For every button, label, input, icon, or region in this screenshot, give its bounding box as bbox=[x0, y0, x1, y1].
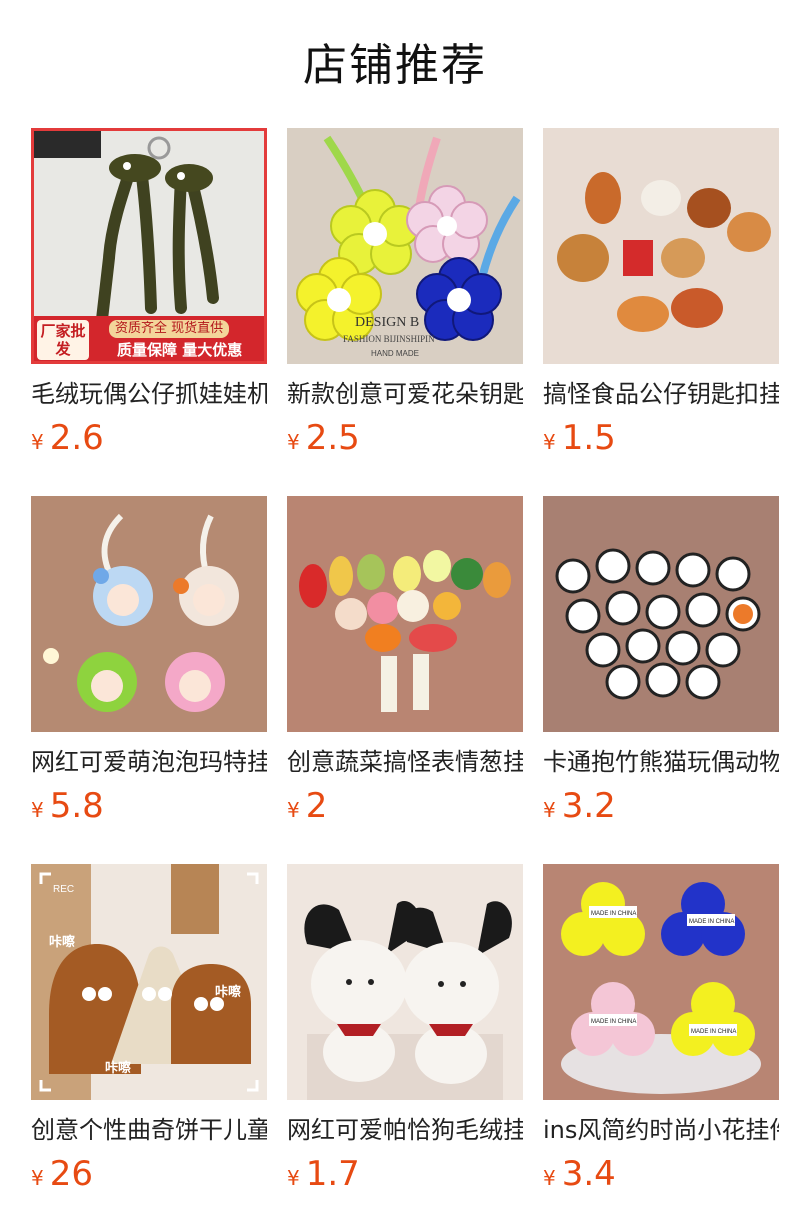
watermark-line-1: DESIGN B bbox=[355, 315, 419, 330]
price-value: 2.5 bbox=[305, 418, 360, 458]
product-price: ¥26 bbox=[31, 1154, 267, 1194]
product-price: ¥2.6 bbox=[31, 418, 267, 458]
product-name[interactable]: 新款创意可爱花朵钥匙扣挂件 bbox=[287, 378, 523, 410]
product-name[interactable]: 网红可爱萌泡泡玛特挂件 bbox=[31, 746, 267, 778]
sticker-tag-3: 咔嚓 bbox=[105, 1060, 131, 1076]
promo-line-1: 资质齐全 现货直供 bbox=[109, 320, 230, 338]
product-name[interactable]: 网红可爱帕恰狗毛绒挂件 bbox=[287, 1114, 523, 1146]
product-price: ¥3.2 bbox=[543, 786, 779, 826]
pochacco-plush-illustration bbox=[287, 864, 523, 1100]
bubble-plush-illustration bbox=[31, 496, 267, 732]
flower-pendant-illustration: MADE IN CHINA MADE IN CHINA MADE IN CHIN… bbox=[543, 864, 779, 1100]
sticker-tag-2: 咔嚓 bbox=[215, 984, 241, 1000]
product-name[interactable]: 搞怪食品公仔钥匙扣挂件 bbox=[543, 378, 779, 410]
product-name[interactable]: 创意蔬菜搞怪表情葱挂件 bbox=[287, 746, 523, 778]
price-value: 1.5 bbox=[561, 418, 616, 458]
product-row: 厂家批发 资质齐全 现货直供 质量保障 量大优惠 毛绒玩偶公仔抓娃娃机钥匙扣挂件… bbox=[31, 128, 790, 496]
product-image-panda-plush[interactable] bbox=[543, 496, 779, 732]
product-name[interactable]: 毛绒玩偶公仔抓娃娃机钥匙扣挂件 bbox=[31, 378, 267, 410]
product-price: ¥2 bbox=[287, 786, 523, 826]
vegetable-plush-illustration bbox=[287, 496, 523, 732]
product-name[interactable]: 创意个性曲奇饼干儿童背包 bbox=[31, 1114, 267, 1146]
made-in-china-label: MADE IN CHINA bbox=[591, 911, 636, 917]
price-value: 5.8 bbox=[49, 786, 104, 826]
product-price: ¥3.4 bbox=[543, 1154, 779, 1194]
product-row: 网红可爱萌泡泡玛特挂件 ¥5.8 bbox=[31, 496, 790, 864]
currency-symbol: ¥ bbox=[287, 430, 300, 454]
product-image-cookie-backpack[interactable]: REC 咔嚓 咔嚓 咔嚓 bbox=[31, 864, 267, 1100]
product-card[interactable]: REC 咔嚓 咔嚓 咔嚓 创意个性曲奇饼干儿童背包 ¥26 bbox=[31, 864, 267, 1194]
price-value: 26 bbox=[49, 1154, 93, 1194]
product-image-vegetable-plush[interactable] bbox=[287, 496, 523, 732]
made-in-china-label: MADE IN CHINA bbox=[591, 1019, 636, 1025]
product-row: REC 咔嚓 咔嚓 咔嚓 创意个性曲奇饼干儿童背包 ¥26 bbox=[31, 864, 790, 1232]
made-in-china-label: MADE IN CHINA bbox=[689, 919, 734, 925]
currency-symbol: ¥ bbox=[31, 798, 44, 822]
promo-line-2: 质量保障 量大优惠 bbox=[117, 341, 243, 359]
product-card[interactable]: 网红可爱萌泡泡玛特挂件 ¥5.8 bbox=[31, 496, 267, 826]
price-value: 2 bbox=[305, 786, 328, 826]
product-price: ¥1.7 bbox=[287, 1154, 523, 1194]
cookie-backpack-illustration: REC 咔嚓 咔嚓 咔嚓 bbox=[31, 864, 267, 1100]
watermark-line-2: FASHION BIJINSHIPIN bbox=[343, 334, 435, 344]
sticker-tag-1: 咔嚓 bbox=[49, 934, 75, 950]
price-value: 1.7 bbox=[305, 1154, 360, 1194]
product-card[interactable]: DESIGN B FASHION BIJINSHIPIN HAND MADE 新… bbox=[287, 128, 523, 458]
product-name[interactable]: 卡通抱竹熊猫玩偶动物挂件 bbox=[543, 746, 779, 778]
product-name[interactable]: ins风简约时尚小花挂件 bbox=[543, 1114, 779, 1146]
flower-keychain-illustration: DESIGN B FASHION BIJINSHIPIN HAND MADE bbox=[287, 128, 523, 364]
made-in-china-label: MADE IN CHINA bbox=[691, 1029, 736, 1035]
product-card[interactable]: 厂家批发 资质齐全 现货直供 质量保障 量大优惠 毛绒玩偶公仔抓娃娃机钥匙扣挂件… bbox=[31, 128, 267, 458]
product-card[interactable]: 搞怪食品公仔钥匙扣挂件 ¥1.5 bbox=[543, 128, 779, 458]
product-image-frog-keychain[interactable]: 厂家批发 资质齐全 现货直供 质量保障 量大优惠 bbox=[31, 128, 267, 364]
currency-symbol: ¥ bbox=[543, 430, 556, 454]
rec-label: REC bbox=[53, 884, 74, 895]
section-title: 店铺推荐 bbox=[303, 40, 487, 91]
product-image-pochacco-plush[interactable] bbox=[287, 864, 523, 1100]
product-card[interactable]: MADE IN CHINA MADE IN CHINA MADE IN CHIN… bbox=[543, 864, 779, 1194]
currency-symbol: ¥ bbox=[31, 1166, 44, 1190]
price-value: 3.4 bbox=[561, 1154, 616, 1194]
product-grid: 厂家批发 资质齐全 现货直供 质量保障 量大优惠 毛绒玩偶公仔抓娃娃机钥匙扣挂件… bbox=[31, 128, 790, 1232]
currency-symbol: ¥ bbox=[543, 1166, 556, 1190]
panda-plush-illustration bbox=[543, 496, 779, 732]
product-card[interactable]: 创意蔬菜搞怪表情葱挂件 ¥2 bbox=[287, 496, 523, 826]
promo-banner: 厂家批发 资质齐全 现货直供 质量保障 量大优惠 bbox=[31, 316, 267, 364]
food-plush-illustration bbox=[543, 128, 779, 364]
currency-symbol: ¥ bbox=[31, 430, 44, 454]
product-card[interactable]: 卡通抱竹熊猫玩偶动物挂件 ¥3.2 bbox=[543, 496, 779, 826]
price-value: 3.2 bbox=[561, 786, 616, 826]
wholesale-tag: 厂家批发 bbox=[37, 320, 89, 360]
currency-symbol: ¥ bbox=[287, 798, 300, 822]
currency-symbol: ¥ bbox=[287, 1166, 300, 1190]
currency-symbol: ¥ bbox=[543, 798, 556, 822]
recommend-page: 店铺推荐 厂家批发 资质齐全 现货直供 质量保障 量大优惠 毛绒玩偶公仔抓娃娃机… bbox=[0, 0, 790, 1232]
product-image-food-keychain[interactable] bbox=[543, 128, 779, 364]
product-image-flower-pendant[interactable]: MADE IN CHINA MADE IN CHINA MADE IN CHIN… bbox=[543, 864, 779, 1100]
watermark-line-3: HAND MADE bbox=[371, 349, 419, 358]
product-card[interactable]: 网红可爱帕恰狗毛绒挂件 ¥1.7 bbox=[287, 864, 523, 1194]
product-image-bubble-plush[interactable] bbox=[31, 496, 267, 732]
product-price: ¥1.5 bbox=[543, 418, 779, 458]
product-price: ¥2.5 bbox=[287, 418, 523, 458]
product-image-flower-keychain[interactable]: DESIGN B FASHION BIJINSHIPIN HAND MADE bbox=[287, 128, 523, 364]
product-price: ¥5.8 bbox=[31, 786, 267, 826]
price-value: 2.6 bbox=[49, 418, 104, 458]
